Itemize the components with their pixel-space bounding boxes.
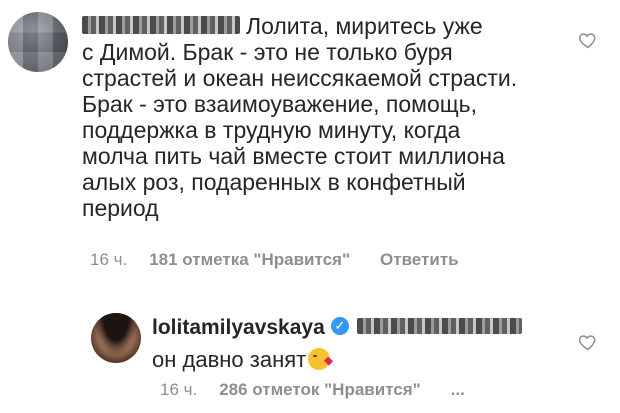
comment-line: Брак - это взаимоуважение, помощь, [82,91,478,117]
comment-main: Лолита, миритесь уже с Димой. Брак - это… [0,0,620,285]
blurred-mention[interactable] [356,318,522,335]
kissing-face-emoji-icon [308,348,331,371]
reply-button[interactable]: Ответить [380,250,459,269]
heart-outline-icon[interactable] [578,332,598,352]
comment-time: 16 ч. [90,250,128,269]
reply-time: 16 ч. [160,380,198,399]
comment-line: страстей и океан неиссякаемой страсти. [82,65,518,91]
comment-line: с Димой. Брак - это не только буря [82,39,453,65]
reply-likes-count-link[interactable]: 286 отметок "Нравится" [219,380,421,399]
reply-meta: 16 ч. 286 отметок "Нравится"... [160,380,465,400]
verified-badge-icon: ✓ [330,317,349,336]
reply-message: он давно занят [152,347,307,372]
comment-line: алых роз, подаренных в конфетный [82,169,466,195]
comment-line: Лолита, миритесь уже [246,13,483,39]
likes-count-link[interactable]: 181 отметка "Нравится" [149,250,350,269]
comment-text: Лолита, миритесь уже с Димой. Брак - это… [82,13,582,221]
pixelated-avatar-image [8,12,68,72]
comment-line: период [82,195,159,221]
more-options-icon[interactable]: ... [451,380,465,399]
reply-username[interactable]: lolitamilyavskaya [152,316,325,339]
avatar-photo [91,313,141,363]
reply-text: lolitamilyavskaya ✓ он давно занят [152,311,572,376]
heart-outline-icon[interactable] [578,30,598,50]
commenter-avatar[interactable] [8,12,68,72]
comment-line: поддержка в трудную минуту, когда [82,117,461,143]
comment-line: молча пить чай вместе стоит миллиона [82,143,505,169]
reply-avatar[interactable] [91,313,141,363]
comment-meta: 16 ч. 181 отметка "Нравится" Ответить [90,250,459,270]
comment-reply: lolitamilyavskaya ✓ он давно занят 16 ч. 2… [0,295,620,413]
blurred-username[interactable] [82,15,240,34]
